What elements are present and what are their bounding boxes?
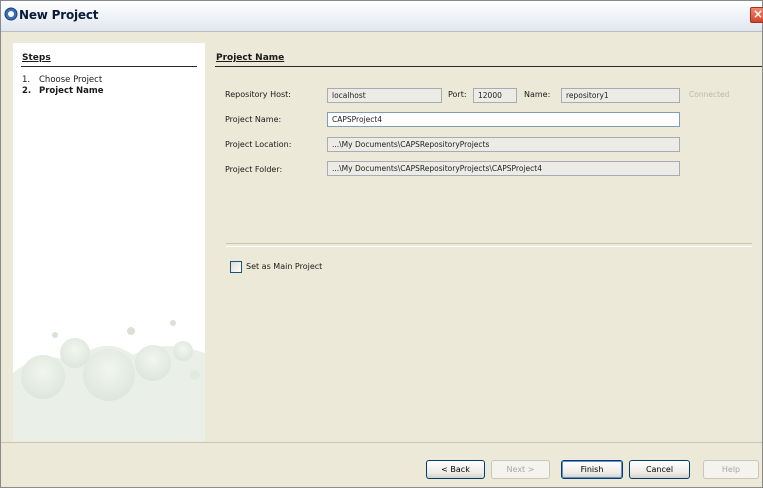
steps-panel: Steps 1. Choose Project 2. Project Name: [13, 43, 205, 441]
close-button[interactable]: ×: [750, 7, 763, 23]
title-bar[interactable]: New Project ×: [1, 1, 763, 32]
section-divider: [215, 66, 762, 67]
repository-host-label: Repository Host:: [225, 90, 291, 99]
step-label: Project Name: [39, 86, 104, 96]
cancel-button[interactable]: Cancel: [629, 460, 690, 479]
decorative-bubbles-image: [13, 293, 205, 441]
set-main-project-checkbox[interactable]: [230, 261, 242, 273]
port-label: Port:: [448, 90, 467, 99]
steps-divider: [21, 66, 197, 67]
dialog-title: New Project: [19, 8, 99, 22]
project-folder-field: ...\My Documents\CAPSRepositoryProjects\…: [327, 161, 680, 176]
project-name-input[interactable]: CAPSProject4: [327, 112, 680, 127]
back-button[interactable]: < Back: [426, 460, 485, 479]
connection-status: Connected: [689, 90, 730, 99]
section-title: Project Name: [216, 53, 285, 63]
help-button[interactable]: Help: [703, 460, 759, 479]
next-button[interactable]: Next >: [491, 460, 550, 479]
step-label: Choose Project: [39, 75, 103, 85]
project-name-panel: Project Name Repository Host: localhost …: [205, 43, 762, 441]
new-project-dialog: New Project × Steps 1. Choose Project 2. P…: [0, 0, 763, 488]
close-icon: ×: [753, 7, 763, 21]
options-divider: [226, 243, 752, 247]
finish-button[interactable]: Finish: [561, 460, 623, 479]
name-label: Name:: [524, 90, 551, 99]
repository-name-field: repository1: [561, 88, 680, 103]
project-folder-label: Project Folder:: [225, 165, 283, 174]
step-project-name: 2. Project Name: [22, 86, 103, 96]
steps-title: Steps: [22, 53, 51, 63]
button-bar-divider: [1, 442, 762, 443]
repository-host-field: localhost: [327, 88, 442, 103]
project-location-label: Project Location:: [225, 140, 292, 149]
project-name-label: Project Name:: [225, 115, 282, 124]
step-choose-project: 1. Choose Project: [22, 75, 102, 85]
project-globe-icon: [4, 7, 18, 21]
set-main-project-label[interactable]: Set as Main Project: [246, 262, 322, 271]
step-number: 1.: [22, 75, 31, 85]
step-number: 2.: [22, 86, 32, 96]
port-field: 12000: [473, 88, 517, 103]
project-location-field: ...\My Documents\CAPSRepositoryProjects: [327, 137, 680, 152]
